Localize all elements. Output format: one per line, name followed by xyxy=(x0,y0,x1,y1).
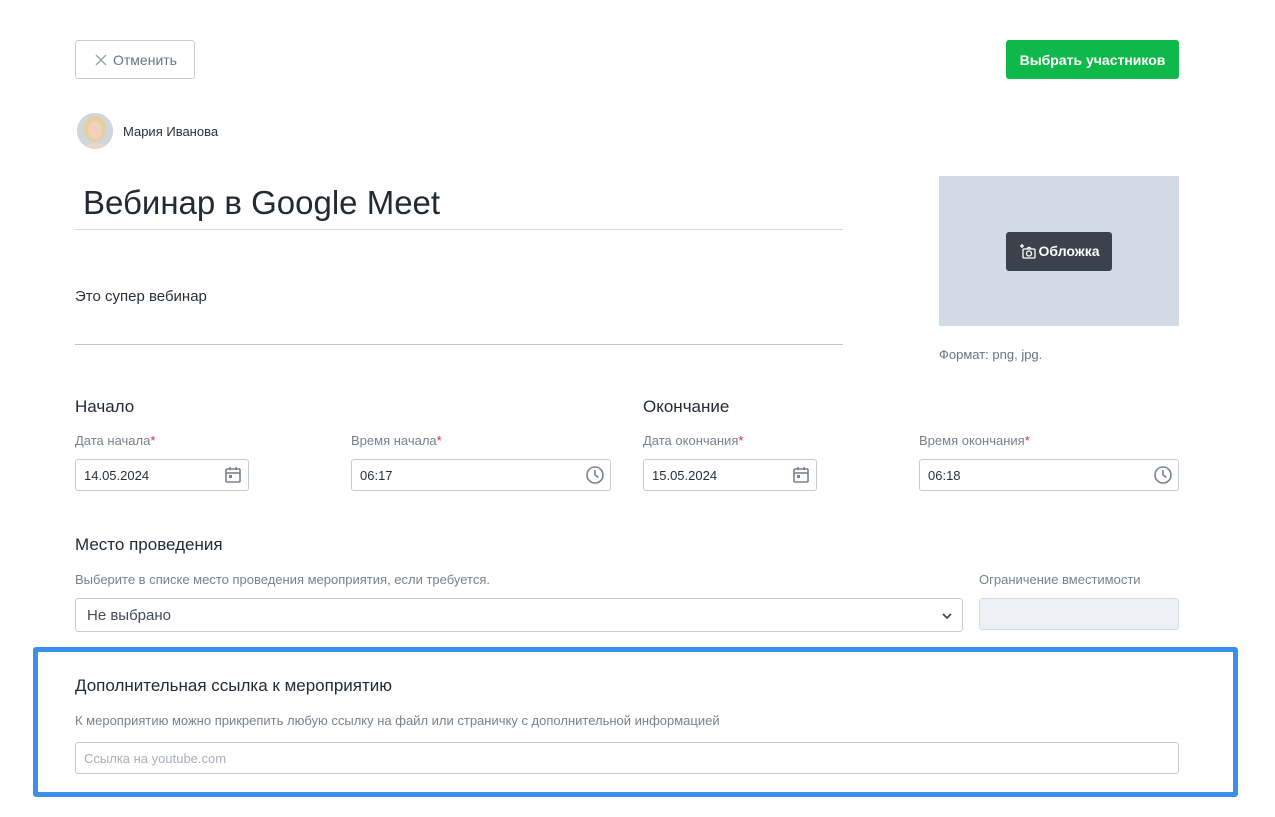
cancel-button[interactable]: Отменить xyxy=(75,40,195,79)
calendar-icon[interactable] xyxy=(223,465,243,485)
add-photo-icon xyxy=(1019,244,1036,259)
cover-image-area: Обложка xyxy=(939,176,1179,326)
end-date-field[interactable]: 15.05.2024 xyxy=(643,459,817,491)
capacity-input[interactable] xyxy=(979,598,1179,630)
required-mark: * xyxy=(1024,433,1030,448)
venue-select[interactable]: Не выбрано xyxy=(75,598,963,632)
end-date-label: Дата окончания* xyxy=(643,433,743,448)
start-time-value: 06:17 xyxy=(360,467,393,483)
extra-link-heading: Дополнительная ссылка к мероприятию xyxy=(75,676,393,695)
event-form-page: Отменить Выбрать участников Мария Иванов… xyxy=(0,0,1275,817)
calendar-icon[interactable] xyxy=(791,465,811,485)
select-participants-button[interactable]: Выбрать участников xyxy=(1006,40,1179,79)
end-date-value: 15.05.2024 xyxy=(652,467,718,483)
capacity-label: Ограничение вместимости xyxy=(979,572,1141,587)
avatar xyxy=(77,113,113,149)
required-mark: * xyxy=(738,433,744,448)
end-heading: Окончание xyxy=(643,397,730,416)
start-heading: Начало xyxy=(75,397,135,416)
cover-upload-button[interactable]: Обложка xyxy=(1006,231,1112,271)
venue-hint: Выберите в списке место проведения мероп… xyxy=(75,572,491,587)
author-name: Мария Иванова xyxy=(123,123,219,139)
start-date-label: Дата начала* xyxy=(75,433,155,448)
end-time-label: Время окончания* xyxy=(919,433,1030,448)
extra-link-hint: К мероприятию можно прикрепить любую ссы… xyxy=(75,713,720,728)
venue-heading: Место проведения xyxy=(75,535,223,554)
cover-upload-label: Обложка xyxy=(1038,243,1100,259)
cover-format-hint: Формат: png, jpg. xyxy=(939,347,1043,362)
start-date-label-text: Дата начала xyxy=(75,433,151,448)
close-icon xyxy=(95,54,107,65)
clock-icon[interactable] xyxy=(585,465,605,485)
clock-icon[interactable] xyxy=(1153,465,1173,485)
venue-select-value: Не выбрано xyxy=(87,606,171,624)
end-time-label-text: Время окончания xyxy=(919,433,1025,448)
start-date-value: 14.05.2024 xyxy=(84,467,150,483)
required-mark: * xyxy=(150,433,156,448)
author: Мария Иванова xyxy=(77,113,218,149)
event-title-input[interactable]: Вебинар в Google Meet xyxy=(75,176,843,230)
required-mark: * xyxy=(436,433,442,448)
end-date-label-text: Дата окончания xyxy=(643,433,739,448)
extra-link-input[interactable] xyxy=(75,742,1179,774)
start-time-field[interactable]: 06:17 xyxy=(351,459,611,491)
event-description-input[interactable]: Это супер вебинар xyxy=(75,280,843,345)
end-time-field[interactable]: 06:18 xyxy=(919,459,1179,491)
start-time-label-text: Время начала xyxy=(351,433,437,448)
chevron-down-icon xyxy=(942,613,952,620)
cancel-button-label: Отменить xyxy=(113,51,177,68)
end-time-value: 06:18 xyxy=(928,467,961,483)
start-date-field[interactable]: 14.05.2024 xyxy=(75,459,249,491)
start-time-label: Время начала* xyxy=(351,433,442,448)
